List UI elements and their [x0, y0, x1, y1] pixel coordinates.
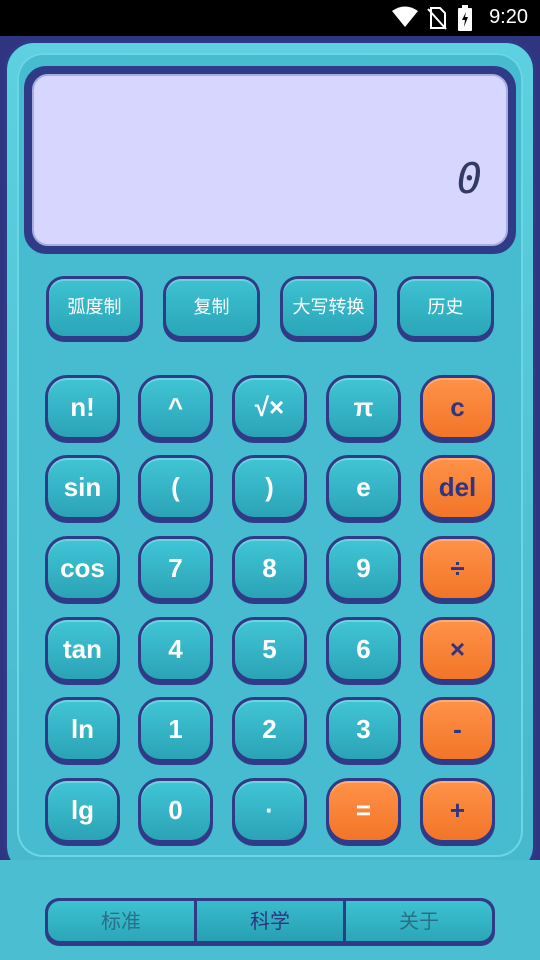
- add-key[interactable]: +: [420, 778, 495, 846]
- digit-8-key[interactable]: 8: [232, 536, 307, 604]
- tab-scientific[interactable]: 科学: [197, 901, 343, 941]
- power-key[interactable]: ^: [138, 375, 213, 443]
- subtract-key[interactable]: -: [420, 697, 495, 765]
- lg-key[interactable]: lg: [45, 778, 120, 846]
- no-sim-icon: [427, 7, 447, 30]
- key-label: =: [329, 781, 398, 840]
- digit-3-key[interactable]: 3: [326, 697, 401, 765]
- display-screen: 0: [32, 74, 508, 246]
- display-value: 0: [456, 154, 484, 203]
- status-time: 9:20: [489, 6, 528, 28]
- key-label: e: [329, 458, 398, 517]
- key-label: 4: [141, 620, 210, 679]
- key-label: (: [141, 458, 210, 517]
- digit-9-key[interactable]: 9: [326, 536, 401, 604]
- key-label: cos: [48, 539, 117, 598]
- digit-4-key[interactable]: 4: [138, 617, 213, 685]
- key-label: 9: [329, 539, 398, 598]
- uppercase-convert-button[interactable]: 大写转换: [280, 276, 377, 342]
- display-frame: 0: [24, 66, 516, 254]
- key-label: 8: [235, 539, 304, 598]
- key-label: del: [423, 458, 492, 517]
- e-key[interactable]: e: [326, 455, 401, 523]
- equals-key[interactable]: =: [326, 778, 401, 846]
- decimal-point-key[interactable]: ·: [232, 778, 307, 846]
- fn-button-label: 复制: [166, 279, 257, 336]
- digit-1-key[interactable]: 1: [138, 697, 213, 765]
- digit-2-key[interactable]: 2: [232, 697, 307, 765]
- key-label: ·: [235, 781, 304, 840]
- key-label: ×: [423, 620, 492, 679]
- copy-button[interactable]: 复制: [163, 276, 260, 342]
- key-label: 1: [141, 700, 210, 759]
- tab-standard[interactable]: 标准: [48, 901, 194, 941]
- factorial-key[interactable]: n!: [45, 375, 120, 443]
- sin-key[interactable]: sin: [45, 455, 120, 523]
- close-paren-key[interactable]: ): [232, 455, 307, 523]
- root-key[interactable]: √×: [232, 375, 307, 443]
- battery-charging-icon: [458, 5, 472, 31]
- pi-key[interactable]: π: [326, 375, 401, 443]
- cos-key[interactable]: cos: [45, 536, 120, 604]
- key-label: ): [235, 458, 304, 517]
- key-label: 7: [141, 539, 210, 598]
- key-label: 2: [235, 700, 304, 759]
- tan-key[interactable]: tan: [45, 617, 120, 685]
- ln-key[interactable]: ln: [45, 697, 120, 765]
- key-label: √×: [235, 378, 304, 437]
- tab-about[interactable]: 关于: [346, 901, 492, 941]
- key-label: ln: [48, 700, 117, 759]
- digit-5-key[interactable]: 5: [232, 617, 307, 685]
- key-label: 5: [235, 620, 304, 679]
- key-label: 0: [141, 781, 210, 840]
- key-label: n!: [48, 378, 117, 437]
- clear-key[interactable]: c: [420, 375, 495, 443]
- history-button[interactable]: 历史: [397, 276, 494, 342]
- key-label: π: [329, 378, 398, 437]
- open-paren-key[interactable]: (: [138, 455, 213, 523]
- status-bar: 9:20: [0, 0, 540, 36]
- fn-button-label: 历史: [400, 279, 491, 336]
- digit-6-key[interactable]: 6: [326, 617, 401, 685]
- key-label: c: [423, 378, 492, 437]
- delete-key[interactable]: del: [420, 455, 495, 523]
- digit-0-key[interactable]: 0: [138, 778, 213, 846]
- key-label: -: [423, 700, 492, 759]
- key-label: ÷: [423, 539, 492, 598]
- key-label: +: [423, 781, 492, 840]
- wifi-icon: [392, 6, 418, 27]
- key-label: 3: [329, 700, 398, 759]
- key-label: ^: [141, 378, 210, 437]
- mode-tab-bar: 标准 科学 关于: [45, 898, 495, 946]
- radian-mode-button[interactable]: 弧度制: [46, 276, 143, 342]
- multiply-key[interactable]: ×: [420, 617, 495, 685]
- digit-7-key[interactable]: 7: [138, 536, 213, 604]
- key-label: lg: [48, 781, 117, 840]
- key-label: 6: [329, 620, 398, 679]
- key-label: tan: [48, 620, 117, 679]
- divide-key[interactable]: ÷: [420, 536, 495, 604]
- key-label: sin: [48, 458, 117, 517]
- fn-button-label: 大写转换: [283, 279, 374, 336]
- fn-button-label: 弧度制: [49, 279, 140, 336]
